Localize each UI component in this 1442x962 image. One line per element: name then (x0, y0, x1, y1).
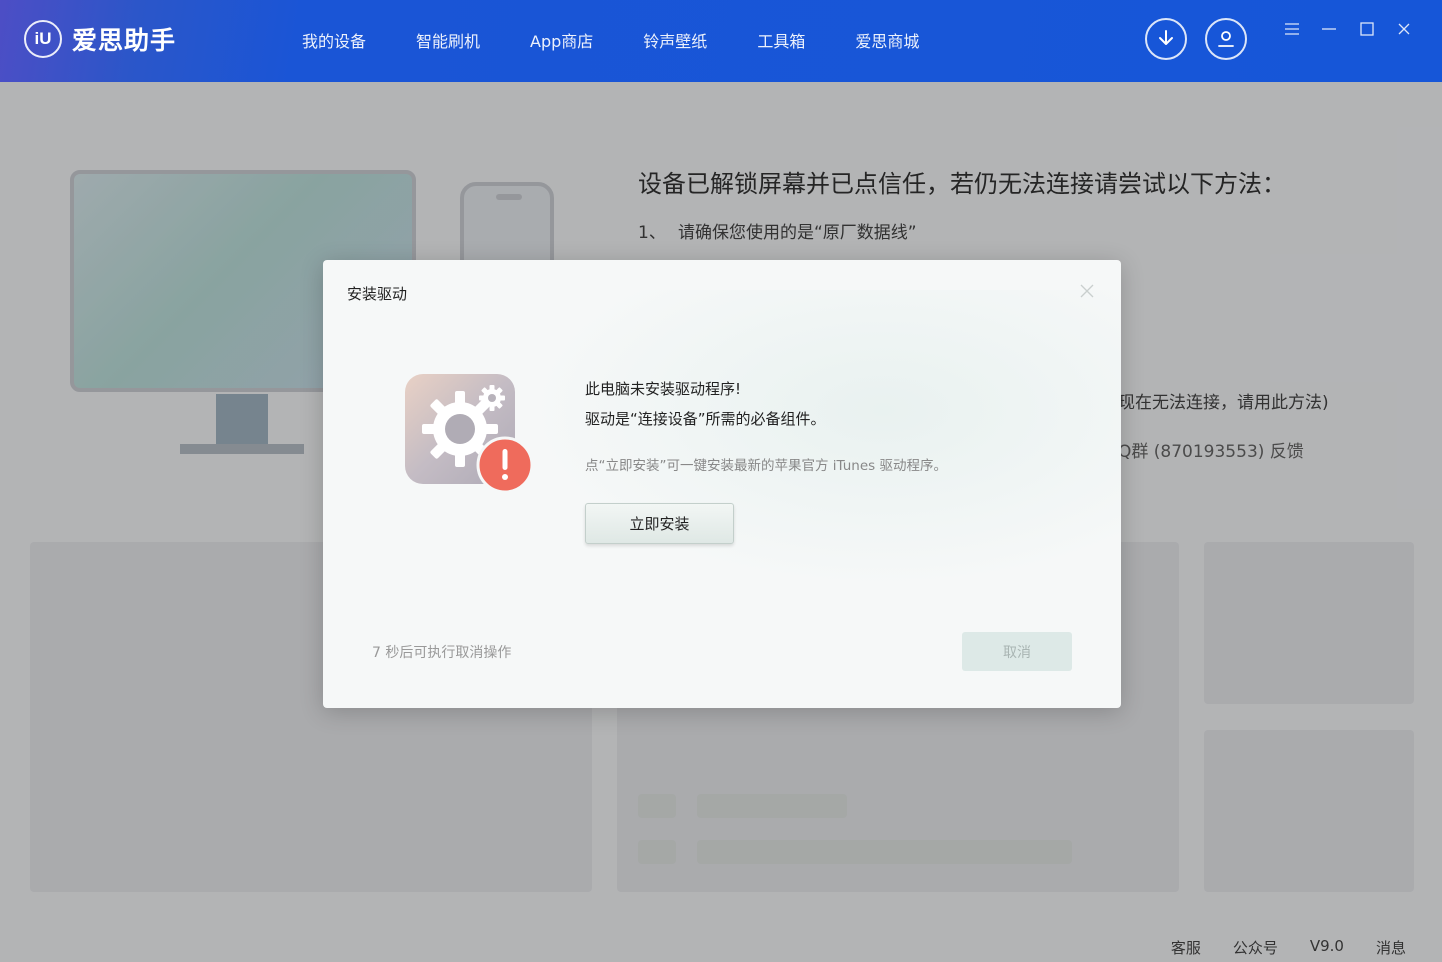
support-link[interactable]: 客服 (1171, 937, 1201, 958)
close-icon (1080, 284, 1094, 298)
driver-settings-icon (405, 374, 535, 494)
status-bar: 客服 公众号 V9.0 消息 (1139, 937, 1406, 958)
nav-ringtones-wallpapers[interactable]: 铃声壁纸 (643, 28, 707, 52)
install-driver-dialog: 安装驱动 此电脑未安装驱动程序! 驱动是“连接设备”所需的必备组件。 点“立即安… (323, 260, 1121, 708)
dialog-close-button[interactable] (1078, 282, 1096, 300)
message-driver-required: 驱动是“连接设备”所需的必备组件。 (585, 410, 826, 428)
cancel-countdown: 7 秒后可执行取消操作 (372, 645, 512, 661)
nav-app-store[interactable]: App商店 (530, 28, 593, 52)
main-nav: 我的设备 智能刷机 App商店 铃声壁纸 工具箱 爱思商城 (302, 28, 969, 52)
cancel-button[interactable]: 取消 (962, 632, 1072, 671)
nav-my-device[interactable]: 我的设备 (302, 28, 366, 52)
dialog-title: 安装驱动 (347, 285, 408, 303)
messages-link[interactable]: 消息 (1376, 937, 1406, 958)
install-now-button[interactable]: 立即安装 (585, 503, 734, 544)
logo-text: 爱思助手 (72, 26, 177, 55)
app-logo: iU 爱思助手 (24, 20, 176, 58)
user-button[interactable] (1205, 18, 1247, 60)
maximize-button[interactable] (1356, 18, 1378, 40)
nav-store[interactable]: 爱思商城 (855, 28, 919, 52)
menu-icon (1285, 23, 1299, 35)
close-button[interactable] (1393, 18, 1415, 40)
close-icon (1398, 23, 1410, 35)
logo-badge: iU (24, 20, 62, 58)
download-button[interactable] (1145, 18, 1187, 60)
download-icon (1159, 30, 1173, 45)
nav-smart-flash[interactable]: 智能刷机 (416, 28, 480, 52)
menu-button[interactable] (1281, 18, 1303, 40)
official-account-link[interactable]: 公众号 (1233, 937, 1278, 958)
maximize-icon (1360, 22, 1374, 36)
nav-toolbox[interactable]: 工具箱 (757, 28, 805, 52)
message-no-driver: 此电脑未安装驱动程序! (585, 380, 742, 398)
version-label[interactable]: V9.0 (1310, 937, 1344, 958)
minimize-button[interactable] (1318, 18, 1340, 40)
message-install-hint: 点“立即安装”可一键安装最新的苹果官方 iTunes 驱动程序。 (585, 458, 947, 474)
user-icon (1218, 31, 1234, 47)
title-bar: iU 爱思助手 我的设备 智能刷机 App商店 铃声壁纸 工具箱 爱思商城 (0, 0, 1442, 82)
minimize-icon (1322, 28, 1336, 30)
